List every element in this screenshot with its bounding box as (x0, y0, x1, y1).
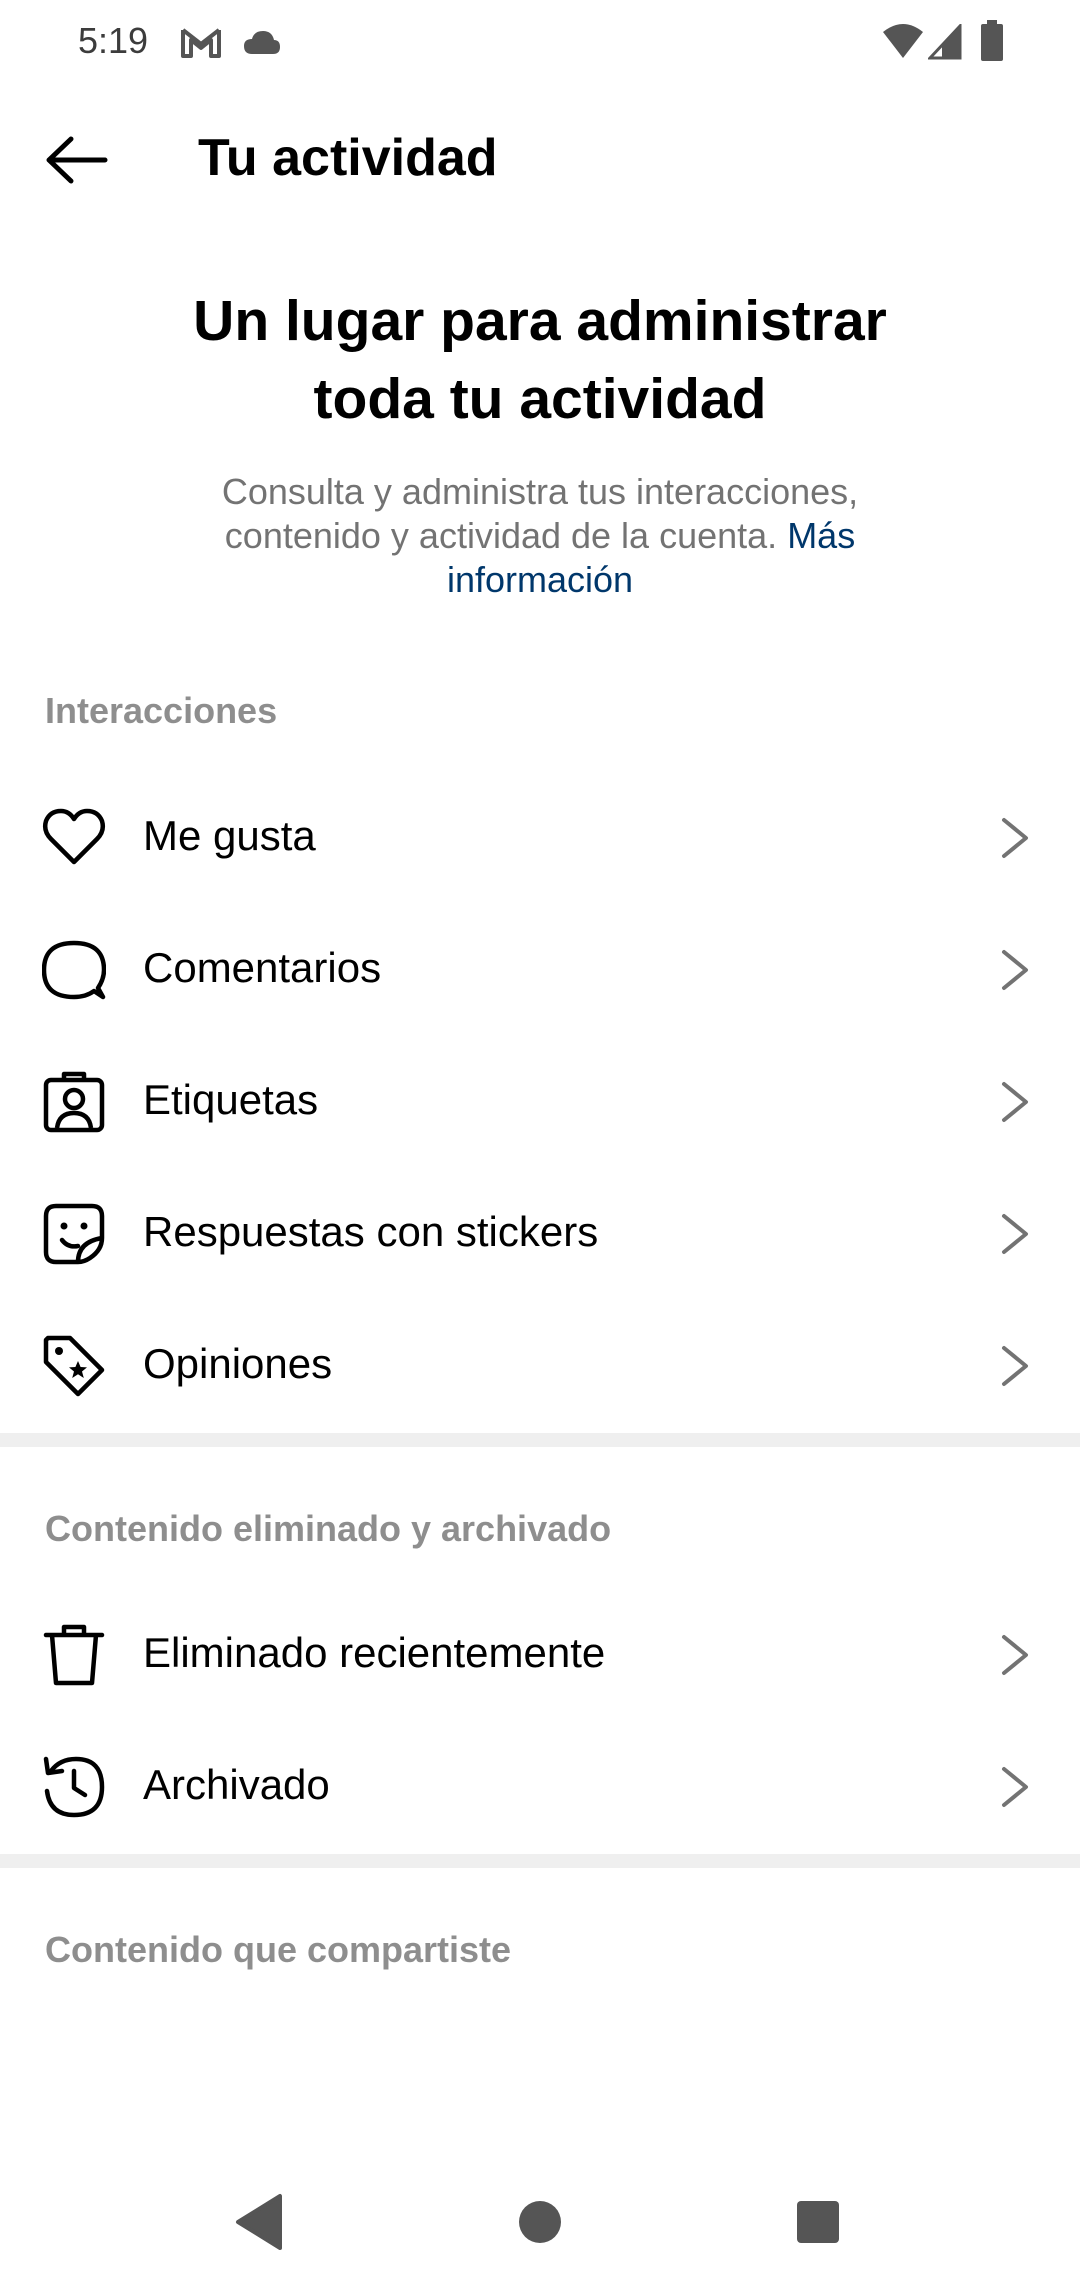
chevron-right-icon (1002, 950, 1028, 990)
tag-person-icon (43, 1071, 105, 1133)
row-comentarios[interactable]: Comentarios (0, 904, 1080, 1036)
section-divider (0, 1854, 1080, 1868)
sticker-icon (43, 1203, 105, 1265)
row-label: Opiniones (143, 1340, 333, 1387)
recents-square-icon[interactable] (786, 2190, 850, 2254)
hero-description: Consulta y administra tus interacciones,… (150, 470, 930, 602)
page-title: Tu actividad (198, 129, 498, 187)
section-header-contenido-compartido: Contenido que compartiste (45, 1929, 512, 1970)
archive-history-icon (43, 1756, 105, 1818)
review-tag-icon (43, 1335, 105, 1397)
section-divider (0, 1433, 1080, 1447)
chevron-right-icon (1002, 1082, 1028, 1122)
cell-signal-icon (928, 24, 962, 60)
row-label: Me gusta (143, 812, 316, 859)
trash-icon (43, 1624, 105, 1686)
hero-description-text: Consulta y administra tus interacciones,… (221, 471, 859, 556)
row-opiniones[interactable]: Opiniones (0, 1300, 1080, 1432)
row-label: Archivado (143, 1761, 330, 1808)
chevron-right-icon (1002, 1346, 1028, 1386)
chevron-right-icon (1002, 818, 1028, 858)
row-eliminado-recientemente[interactable]: Eliminado recientemente (0, 1589, 1080, 1721)
chevron-right-icon (1002, 1767, 1028, 1807)
app-bar: Tu actividad (0, 100, 1080, 220)
back-triangle-icon[interactable] (228, 2190, 292, 2254)
hero-title-line-2: toda tu actividad (313, 367, 767, 431)
home-circle-icon[interactable] (508, 2190, 572, 2254)
back-button[interactable] (28, 118, 124, 202)
row-label: Respuestas con stickers (143, 1208, 599, 1255)
hero-title: Un lugar para administrar toda tu activi… (90, 282, 990, 438)
section-header-interacciones: Interacciones (45, 690, 278, 731)
gmail-icon (181, 28, 221, 58)
heart-icon (42, 808, 106, 865)
row-me-gusta[interactable]: Me gusta (0, 772, 1080, 904)
arrow-left-icon (46, 136, 108, 184)
chevron-right-icon (1002, 1214, 1028, 1254)
comment-icon (42, 940, 106, 1000)
battery-icon (981, 20, 1003, 61)
status-bar: 5:19 (0, 0, 1080, 86)
row-respuestas-con-stickers[interactable]: Respuestas con stickers (0, 1168, 1080, 1300)
cloud-icon (244, 31, 280, 54)
status-time: 5:19 (78, 20, 149, 61)
row-archivado[interactable]: Archivado (0, 1721, 1080, 1853)
row-label: Comentarios (143, 944, 382, 991)
activity-screen: 5:19 Tu actividad Un lugar para administ (0, 0, 1080, 2280)
row-label: Eliminado recientemente (143, 1629, 606, 1676)
wifi-icon (883, 24, 923, 58)
hero-title-line-1: Un lugar para administrar (193, 289, 887, 353)
row-label: Etiquetas (143, 1076, 319, 1123)
row-etiquetas[interactable]: Etiquetas (0, 1036, 1080, 1168)
system-nav-bar (0, 2160, 1080, 2280)
chevron-right-icon (1002, 1635, 1028, 1675)
section-header-contenido-eliminado: Contenido eliminado y archivado (45, 1508, 612, 1549)
